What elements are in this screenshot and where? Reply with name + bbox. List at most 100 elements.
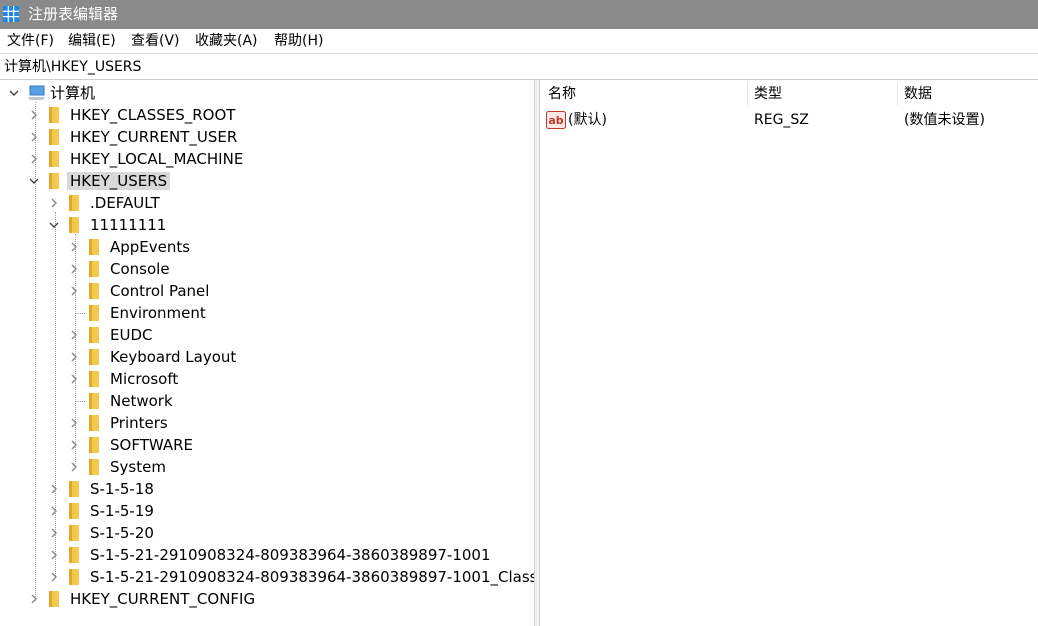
tree-label[interactable]: Microsoft bbox=[107, 370, 181, 388]
tree-label[interactable]: HKEY_LOCAL_MACHINE bbox=[67, 150, 246, 168]
chevron-right-icon[interactable] bbox=[68, 263, 80, 275]
folder-icon bbox=[89, 459, 99, 475]
tree-node-eudc[interactable]: EUDC bbox=[0, 324, 534, 346]
tree-label[interactable]: Keyboard Layout bbox=[107, 348, 239, 366]
chevron-right-icon[interactable] bbox=[48, 549, 60, 561]
menu-view[interactable]: 查看(V) bbox=[131, 33, 180, 50]
tree-node-keyboard-layout[interactable]: Keyboard Layout bbox=[0, 346, 534, 368]
chevron-right-icon[interactable] bbox=[68, 351, 80, 363]
tree-node-s-1-5-21-1001-classes[interactable]: S-1-5-21-2910908324-809383964-3860389897… bbox=[0, 566, 534, 588]
tree-label-selected[interactable]: HKEY_USERS bbox=[67, 172, 171, 190]
folder-icon bbox=[89, 393, 99, 409]
folder-icon bbox=[89, 371, 99, 387]
tree-node-s-1-5-20[interactable]: S-1-5-20 bbox=[0, 522, 534, 544]
address-path[interactable]: 计算机\HKEY_USERS bbox=[4, 59, 141, 76]
tree-node-s-1-5-21-1001[interactable]: S-1-5-21-2910908324-809383964-3860389897… bbox=[0, 544, 534, 566]
tree-node-printers[interactable]: Printers bbox=[0, 412, 534, 434]
value-row[interactable]: ab (默认) REG_SZ (数值未设置) bbox=[540, 80, 1038, 140]
chevron-right-icon[interactable] bbox=[68, 329, 80, 341]
tree-label[interactable]: S-1-5-21-2910908324-809383964-3860389897… bbox=[87, 568, 534, 586]
chevron-right-icon[interactable] bbox=[28, 109, 40, 121]
tree-node-control-panel[interactable]: Control Panel bbox=[0, 280, 534, 302]
tree-label[interactable]: 11111111 bbox=[87, 216, 169, 234]
chevron-right-icon[interactable] bbox=[48, 527, 60, 539]
tree-label[interactable]: Environment bbox=[107, 304, 209, 322]
tree-node-microsoft[interactable]: Microsoft bbox=[0, 368, 534, 390]
folder-icon bbox=[69, 503, 79, 519]
tree-node-s-1-5-18[interactable]: S-1-5-18 bbox=[0, 478, 534, 500]
tree-node-computer[interactable]: 计算机 bbox=[0, 82, 534, 104]
tree-label[interactable]: S-1-5-21-2910908324-809383964-3860389897… bbox=[87, 546, 494, 564]
tree-node-11111111[interactable]: 11111111 bbox=[0, 214, 534, 236]
chevron-right-icon[interactable] bbox=[48, 505, 60, 517]
tree-label[interactable]: System bbox=[107, 458, 169, 476]
tree-node-s-1-5-19[interactable]: S-1-5-19 bbox=[0, 500, 534, 522]
chevron-right-icon[interactable] bbox=[28, 593, 40, 605]
menu-bar: 文件(F) 编辑(E) 查看(V) 收藏夹(A) 帮助(H) bbox=[0, 29, 1038, 54]
tree-node-network[interactable]: Network bbox=[0, 390, 534, 412]
key-tree[interactable]: 计算机 HKEY_CLASSES_ROOT HKEY_CURRENT_USER … bbox=[0, 80, 534, 626]
computer-icon bbox=[28, 85, 45, 100]
menu-edit[interactable]: 编辑(E) bbox=[68, 33, 116, 50]
chevron-right-icon[interactable] bbox=[28, 131, 40, 143]
address-bar[interactable]: 计算机\HKEY_USERS bbox=[0, 54, 1038, 80]
tree-label[interactable]: S-1-5-18 bbox=[87, 480, 157, 498]
chevron-right-icon[interactable] bbox=[68, 241, 80, 253]
chevron-right-icon[interactable] bbox=[68, 373, 80, 385]
tree-node-environment[interactable]: Environment bbox=[0, 302, 534, 324]
tree-label[interactable]: HKEY_CURRENT_USER bbox=[67, 128, 240, 146]
tree-node-appevents[interactable]: AppEvents bbox=[0, 236, 534, 258]
tree-label[interactable]: EUDC bbox=[107, 326, 155, 344]
chevron-right-icon[interactable] bbox=[68, 461, 80, 473]
tree-node-hkey-local-machine[interactable]: HKEY_LOCAL_MACHINE bbox=[0, 148, 534, 170]
folder-icon bbox=[49, 591, 59, 607]
chevron-down-icon[interactable] bbox=[8, 87, 20, 99]
tree-label[interactable]: .DEFAULT bbox=[87, 194, 163, 212]
tree-label[interactable]: S-1-5-19 bbox=[87, 502, 157, 520]
folder-open-icon bbox=[49, 173, 59, 189]
tree-node-software[interactable]: SOFTWARE bbox=[0, 434, 534, 456]
svg-text:ab: ab bbox=[548, 114, 563, 127]
window-title: 注册表编辑器 bbox=[28, 5, 119, 23]
tree-node-hkey-classes-root[interactable]: HKEY_CLASSES_ROOT bbox=[0, 104, 534, 126]
folder-icon bbox=[49, 107, 59, 123]
folder-icon bbox=[89, 239, 99, 255]
folder-icon bbox=[89, 261, 99, 277]
menu-file[interactable]: 文件(F) bbox=[7, 33, 54, 50]
value-data: (数值未设置) bbox=[904, 112, 985, 128]
chevron-right-icon[interactable] bbox=[68, 417, 80, 429]
menu-help[interactable]: 帮助(H) bbox=[274, 33, 323, 50]
folder-icon bbox=[69, 547, 79, 563]
tree-label[interactable]: SOFTWARE bbox=[107, 436, 196, 454]
menu-favorites[interactable]: 收藏夹(A) bbox=[195, 33, 258, 50]
tree-label[interactable]: Console bbox=[107, 260, 173, 278]
chevron-right-icon[interactable] bbox=[28, 153, 40, 165]
chevron-right-icon[interactable] bbox=[68, 285, 80, 297]
tree-label[interactable]: AppEvents bbox=[107, 238, 193, 256]
values-list[interactable]: 名称 类型 数据 ab (默认) REG_SZ (数值未设置) bbox=[540, 80, 1038, 626]
tree-label[interactable]: HKEY_CLASSES_ROOT bbox=[67, 106, 238, 124]
folder-icon bbox=[69, 195, 79, 211]
chevron-down-icon[interactable] bbox=[48, 219, 60, 231]
tree-label[interactable]: Network bbox=[107, 392, 176, 410]
chevron-right-icon[interactable] bbox=[48, 483, 60, 495]
tree-node-hkey-current-user[interactable]: HKEY_CURRENT_USER bbox=[0, 126, 534, 148]
tree-label[interactable]: HKEY_CURRENT_CONFIG bbox=[67, 590, 258, 608]
tree-node-console[interactable]: Console bbox=[0, 258, 534, 280]
chevron-down-icon[interactable] bbox=[28, 175, 40, 187]
value-type: REG_SZ bbox=[754, 112, 809, 128]
chevron-right-icon[interactable] bbox=[48, 571, 60, 583]
folder-icon bbox=[49, 151, 59, 167]
tree-node-default[interactable]: .DEFAULT bbox=[0, 192, 534, 214]
folder-icon bbox=[89, 437, 99, 453]
tree-node-hkey-current-config[interactable]: HKEY_CURRENT_CONFIG bbox=[0, 588, 534, 610]
tree-label[interactable]: Control Panel bbox=[107, 282, 212, 300]
tree-node-system[interactable]: System bbox=[0, 456, 534, 478]
tree-node-hkey-users[interactable]: HKEY_USERS bbox=[0, 170, 534, 192]
value-name[interactable]: (默认) bbox=[568, 111, 607, 129]
tree-label[interactable]: S-1-5-20 bbox=[87, 524, 157, 542]
chevron-right-icon[interactable] bbox=[48, 197, 60, 209]
chevron-right-icon[interactable] bbox=[68, 439, 80, 451]
tree-label[interactable]: Printers bbox=[107, 414, 171, 432]
tree-label[interactable]: 计算机 bbox=[47, 84, 98, 102]
